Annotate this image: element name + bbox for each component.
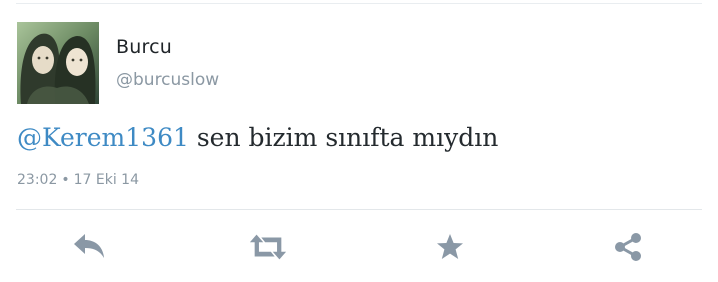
meta-separator: • — [61, 172, 70, 188]
reply-button[interactable] — [69, 229, 109, 265]
retweet-button[interactable] — [248, 229, 288, 265]
tweet-time: 23:02 — [17, 172, 58, 188]
retweet-icon — [249, 234, 287, 260]
author-display-name[interactable]: Burcu — [116, 36, 172, 58]
favorite-button[interactable] — [430, 229, 470, 265]
top-divider — [16, 3, 702, 4]
mention-link[interactable]: @Kerem1361 — [17, 123, 189, 152]
tweet-detail: Burcu @burcuslow @Kerem1361 sen bizim sı… — [0, 0, 718, 282]
reply-icon — [74, 234, 104, 258]
tweet-timestamp[interactable]: 23:02 • 17 Eki 14 — [17, 172, 139, 188]
share-button[interactable] — [608, 229, 648, 265]
avatar-photo-icon — [17, 22, 99, 104]
tweet-date: 17 Eki 14 — [73, 172, 139, 188]
actions-divider — [16, 209, 702, 210]
avatar[interactable] — [17, 22, 99, 104]
author-handle[interactable]: @burcuslow — [116, 70, 219, 90]
share-icon — [615, 233, 641, 261]
tweet-body: sen bizim sınıfta mıydın — [188, 123, 499, 152]
tweet-text: @Kerem1361 sen bizim sınıfta mıydın — [17, 123, 498, 152]
star-icon — [437, 234, 463, 259]
